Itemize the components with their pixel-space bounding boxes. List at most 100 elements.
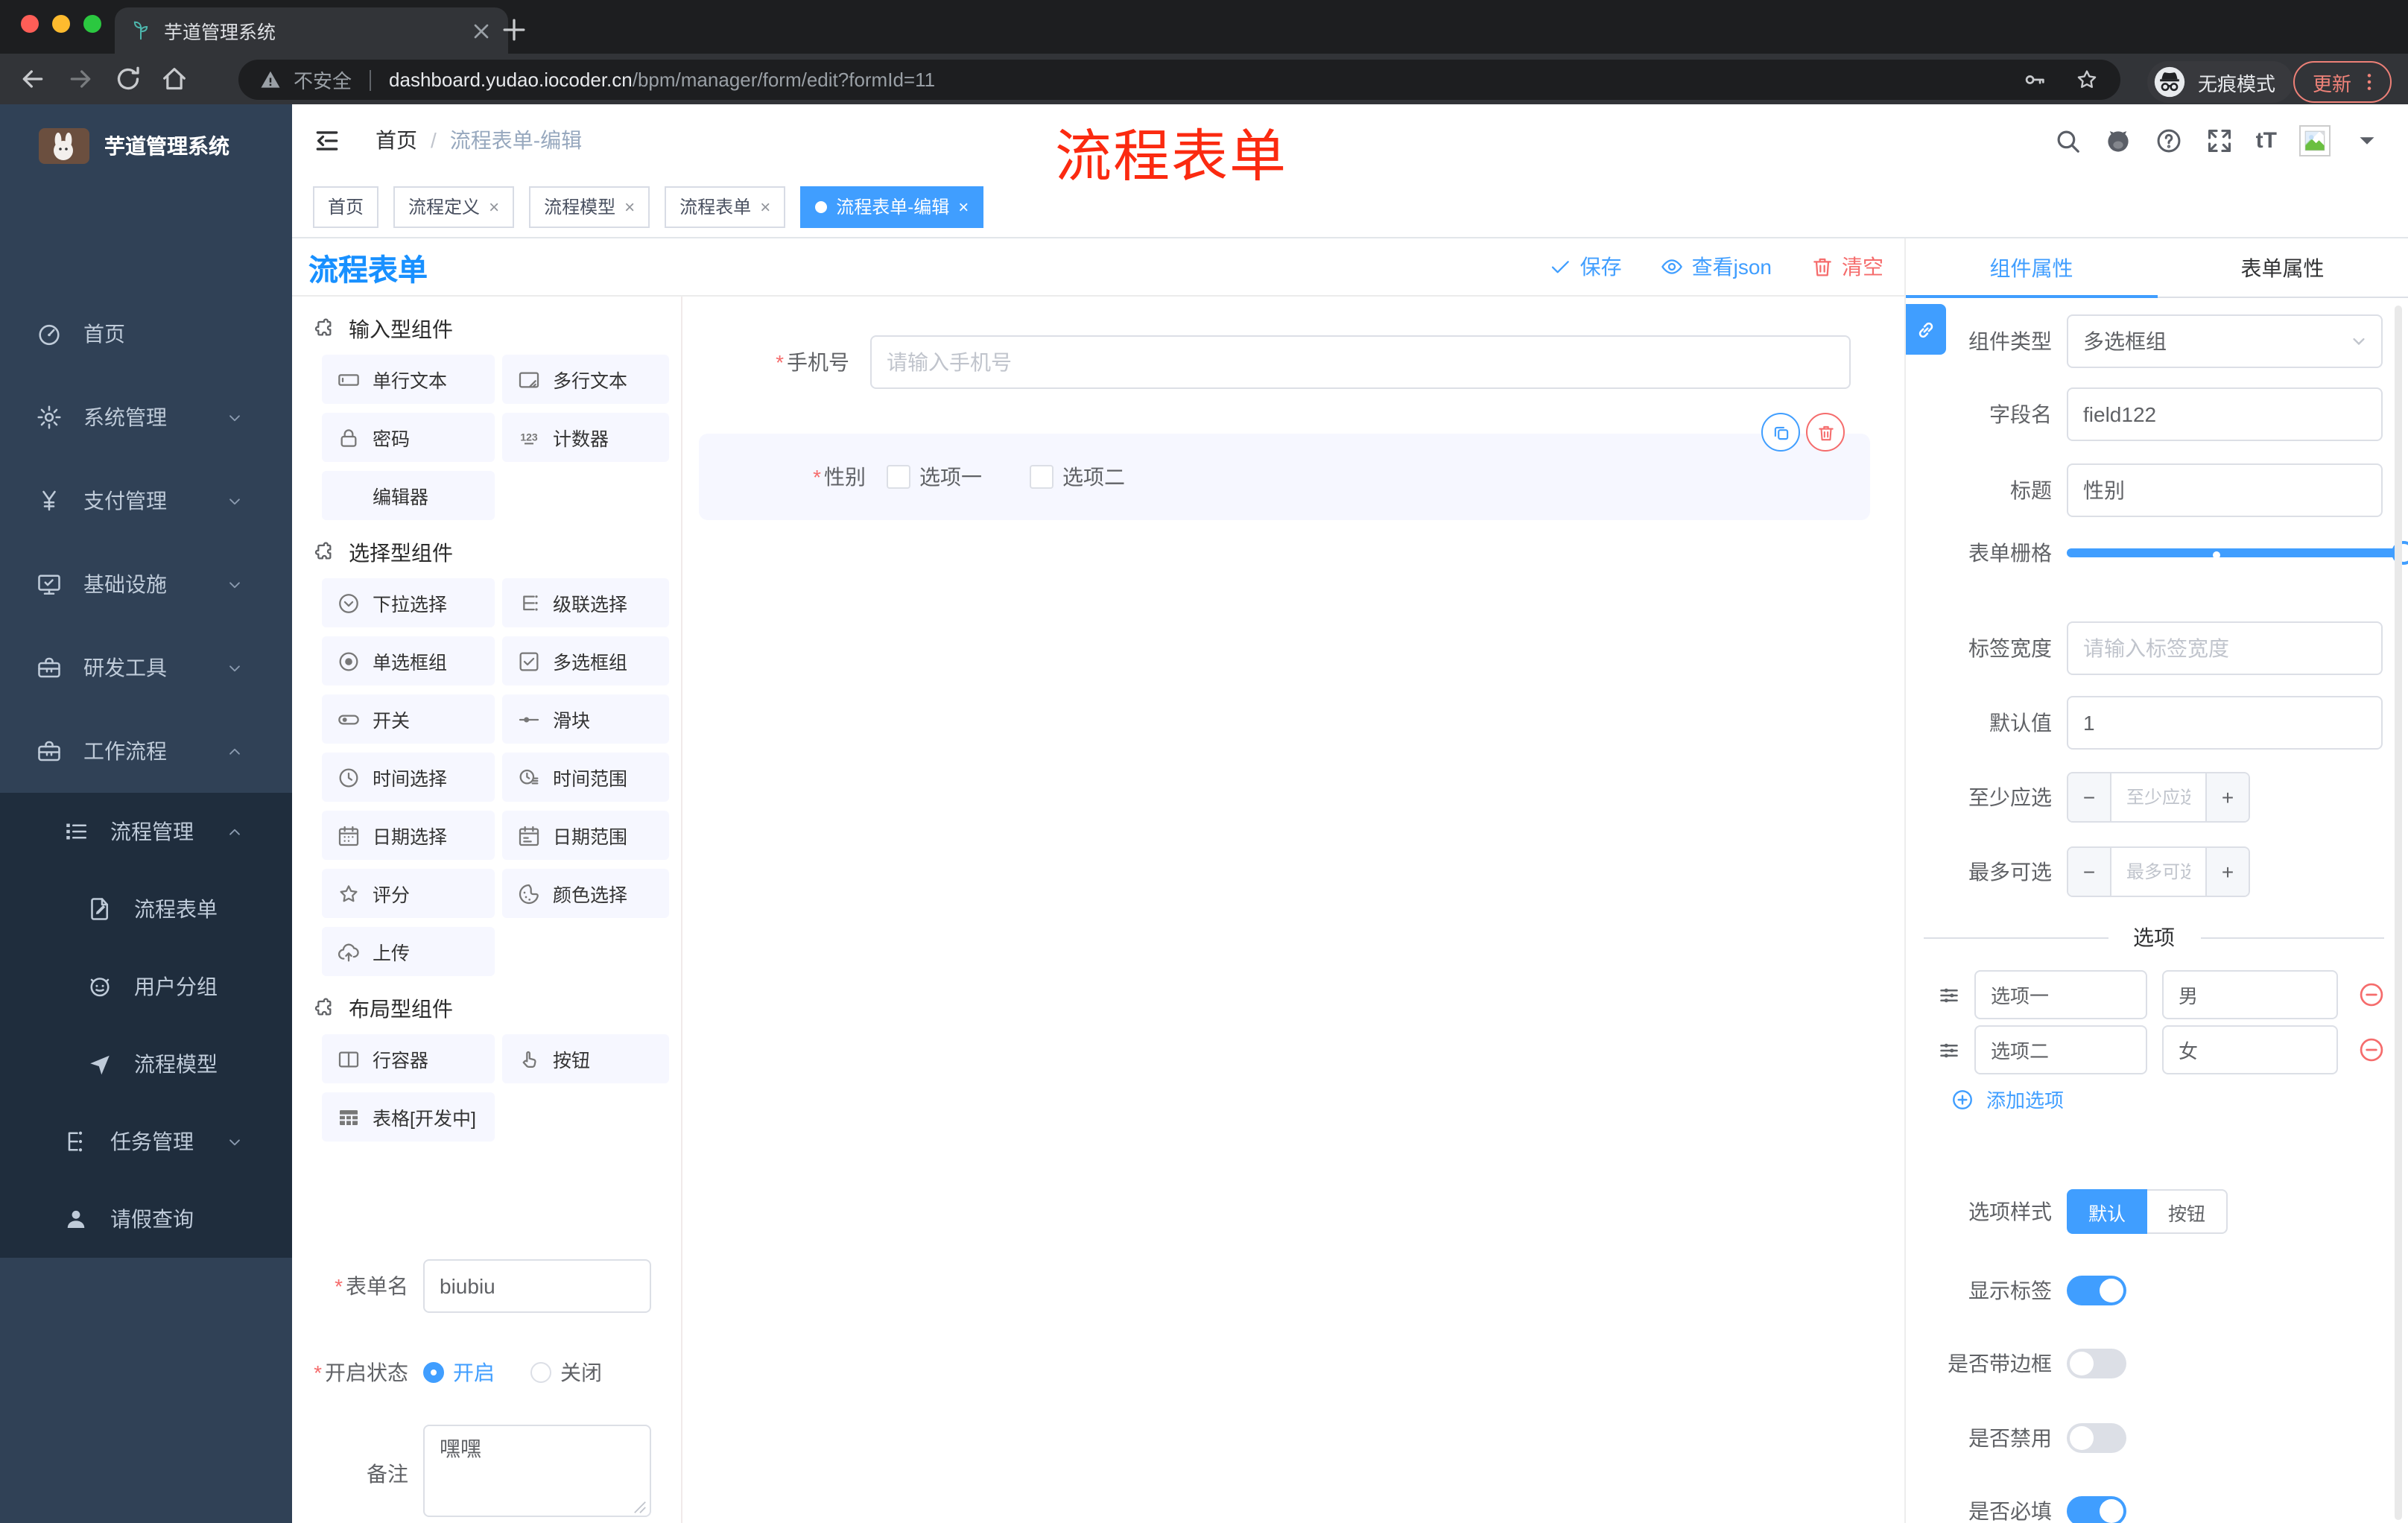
remove-option-icon[interactable] [2357,981,2386,1009]
tag-流程模型[interactable]: 流程模型 × [529,186,650,227]
sidebar-item-系统管理[interactable]: 系统管理 [0,376,292,459]
font-size-icon[interactable]: tT [2256,127,2277,153]
back-icon[interactable] [18,64,48,94]
new-tab-icon[interactable] [498,13,530,46]
password-key-icon[interactable] [2022,67,2047,92]
title-input[interactable] [2067,463,2383,517]
form-remark-textarea[interactable]: 嘿嘿 [423,1425,651,1517]
component-chip-表格[开发中][interactable]: 表格[开发中] [322,1092,495,1142]
component-chip-上传[interactable]: 上传 [322,927,495,976]
fullscreen-icon[interactable] [2205,126,2234,154]
action-查看json[interactable]: 查看json [1661,252,1772,282]
component-chip-行容器[interactable]: 行容器 [322,1034,495,1083]
component-chip-级联选择[interactable]: 级联选择 [502,578,669,627]
action-保存[interactable]: 保存 [1549,252,1622,282]
window-zoom-button[interactable] [83,15,101,33]
component-chip-时间选择[interactable]: 时间选择 [322,753,495,802]
sidebar-item-研发工具[interactable]: 研发工具 [0,626,292,709]
min-select-input[interactable] [2111,773,2205,821]
stepper-minus-button[interactable]: − [2068,773,2111,821]
delete-component-button[interactable] [1806,413,1845,452]
tab-form-props[interactable]: 表单属性 [2157,238,2408,297]
tag-流程表单[interactable]: 流程表单 × [665,186,786,227]
sidebar-item-工作流程[interactable]: 工作流程 [0,709,292,793]
component-chip-多行文本[interactable]: 多行文本 [502,355,669,404]
component-chip-单选框组[interactable]: 单选框组 [322,636,495,685]
tag-流程表单-编辑[interactable]: 流程表单-编辑 × [800,186,984,227]
update-label[interactable]: 更新 [2313,68,2351,96]
switch-是否必填[interactable] [2067,1496,2126,1523]
remove-option-icon[interactable] [2357,1036,2386,1064]
tag-close-icon[interactable]: × [958,197,969,215]
sidebar-item-用户分组[interactable]: 用户分组 [0,948,292,1025]
insecure-label[interactable]: 不安全 [294,66,352,94]
sidebar-logo[interactable]: 芋道管理系统 [0,104,292,188]
menu-fold-icon[interactable] [313,127,341,155]
tag-close-icon[interactable]: × [624,197,635,215]
sidebar-item-首页[interactable]: 首页 [0,292,292,376]
avatar-caret-icon[interactable] [2353,126,2381,154]
form-canvas[interactable]: *手机号 *性别 选项一 选项二 [682,297,1904,1523]
home-icon[interactable] [159,64,189,94]
stepper-plus-button[interactable]: + [2205,848,2249,896]
sidebar-item-基础设施[interactable]: 基础设施 [0,542,292,626]
window-close-button[interactable] [21,15,39,33]
search-icon[interactable] [2053,126,2082,154]
sidebar-item-流程模型[interactable]: 流程模型 [0,1025,292,1103]
slider-track[interactable] [2067,548,2404,557]
bookmark-star-icon[interactable] [2074,67,2100,92]
component-chip-多选框组[interactable]: 多选框组 [502,636,669,685]
option-value-input[interactable] [2162,1025,2338,1074]
help-icon[interactable] [2155,126,2183,154]
style-default-button[interactable]: 默认 [2067,1189,2147,1234]
component-chip-开关[interactable]: 开关 [322,694,495,744]
github-icon[interactable] [2104,126,2132,154]
browser-tab[interactable]: 芋道管理系统 [115,7,508,54]
url-text[interactable]: dashboard.yudao.iocoder.cn/bpm/manager/f… [389,69,935,91]
component-chip-时间范围[interactable]: 时间范围 [502,753,669,802]
url-bar[interactable]: 不安全 dashboard.yudao.iocoder.cn/bpm/manag… [238,60,2120,100]
breadcrumb-home[interactable]: 首页 [376,125,417,155]
style-button-button[interactable]: 按钮 [2147,1189,2228,1234]
status-radio-off[interactable]: 关闭 [530,1358,602,1387]
component-chip-密码[interactable]: 密码 [322,413,495,462]
switch-显示标签[interactable] [2067,1276,2126,1305]
resize-grip-icon[interactable] [633,1501,647,1514]
switch-是否带边框[interactable] [2067,1349,2126,1378]
phone-field-input[interactable] [870,335,1851,389]
stepper-minus-button[interactable]: − [2068,848,2111,896]
option-name-input[interactable] [1974,1025,2147,1074]
update-button[interactable]: 更新 [2293,61,2392,103]
window-minimize-button[interactable] [52,15,70,33]
stepper-plus-button[interactable]: + [2205,773,2249,821]
component-chip-单行文本[interactable]: 单行文本 [322,355,495,404]
tab-close-icon[interactable] [469,19,493,42]
tag-close-icon[interactable]: × [760,197,770,215]
label-width-input[interactable] [2067,621,2383,675]
browser-menu-icon[interactable] [2357,70,2381,94]
forward-icon[interactable] [66,64,95,94]
component-chip-滑块[interactable]: 滑块 [502,694,669,744]
tag-close-icon[interactable]: × [489,197,499,215]
selected-component-gender[interactable]: * 性别 选项一 选项二 [699,434,1870,520]
field-name-input[interactable] [2067,387,2383,441]
component-chip-日期范围[interactable]: 日期范围 [502,811,669,860]
tab-component-props[interactable]: 组件属性 [1906,238,2157,298]
component-chip-评分[interactable]: 评分 [322,869,495,918]
sidebar-item-任务管理[interactable]: 任务管理 [0,1103,292,1180]
component-chip-颜色选择[interactable]: 颜色选择 [502,869,669,918]
gender-checkbox-1[interactable]: 选项一 [887,462,982,492]
insecure-warning-icon[interactable] [259,69,282,91]
add-option-button[interactable]: 添加选项 [1951,1085,2064,1113]
reload-icon[interactable] [113,64,143,94]
sidebar-item-流程表单[interactable]: 流程表单 [0,870,292,948]
switch-是否禁用[interactable] [2067,1423,2126,1453]
phone-field-row[interactable]: * 手机号 [682,335,1904,389]
component-chip-计数器[interactable]: 123 计数器 [502,413,669,462]
grid-slider[interactable] [2067,541,2408,565]
component-type-select[interactable] [2067,314,2383,368]
option-name-input[interactable] [1974,970,2147,1019]
tag-流程定义[interactable]: 流程定义 × [393,186,515,227]
max-select-input[interactable] [2111,848,2205,896]
component-chip-编辑器[interactable]: 编辑器 [322,471,495,520]
